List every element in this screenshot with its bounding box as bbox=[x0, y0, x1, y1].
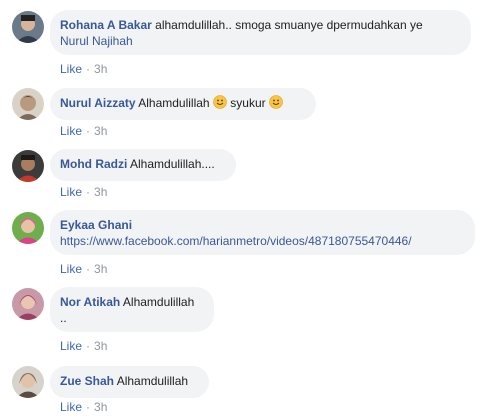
like-button[interactable]: Like bbox=[60, 185, 82, 199]
avatar[interactable] bbox=[12, 150, 44, 182]
comment-text: alhamdulillah.. smoga smuanye dpermudahk… bbox=[155, 18, 423, 32]
comment-text: Alhamdulillah.... bbox=[130, 157, 215, 171]
comment-author[interactable]: Eykaa Ghani bbox=[60, 218, 132, 232]
comment-link[interactable]: https://www.facebook.com/harianmetro/vid… bbox=[60, 234, 412, 248]
comment-author[interactable]: Nurul Aizzaty bbox=[60, 96, 136, 110]
separator-dot: · bbox=[86, 262, 91, 276]
comment-author[interactable]: Nor Atikah bbox=[60, 295, 120, 309]
comment-timestamp[interactable]: 3h bbox=[94, 339, 107, 353]
like-button[interactable]: Like bbox=[60, 339, 82, 353]
comment-timestamp[interactable]: 3h bbox=[94, 400, 107, 414]
comment-actions: Like · 3h bbox=[60, 339, 107, 353]
comment-text: Alhamdulillah bbox=[138, 96, 210, 110]
comment-actions: Like · 3h bbox=[60, 124, 107, 138]
separator-dot: · bbox=[86, 400, 91, 414]
avatar[interactable] bbox=[12, 88, 44, 120]
comment-bubble: Rohana A Bakar alhamdulillah.. smoga smu… bbox=[50, 10, 471, 55]
like-button[interactable]: Like bbox=[60, 262, 82, 276]
comment-bubble: Eykaa Ghani https://www.facebook.com/har… bbox=[50, 210, 475, 255]
like-button[interactable]: Like bbox=[60, 400, 82, 414]
comment-timestamp[interactable]: 3h bbox=[94, 62, 107, 76]
comment-author[interactable]: Mohd Radzi bbox=[60, 157, 127, 171]
avatar[interactable] bbox=[12, 366, 44, 398]
comment-timestamp[interactable]: 3h bbox=[94, 124, 107, 138]
comment-author[interactable]: Zue Shah bbox=[60, 374, 114, 388]
comment-bubble: Zue Shah Alhamdulillah bbox=[50, 366, 209, 398]
smiling-face-emoji-icon bbox=[213, 95, 227, 109]
like-button[interactable]: Like bbox=[60, 124, 82, 138]
comment-timestamp[interactable]: 3h bbox=[94, 262, 107, 276]
comment-bubble: Mohd Radzi Alhamdulillah.... bbox=[50, 149, 236, 181]
separator-dot: · bbox=[86, 124, 91, 138]
comment-actions: Like · 3h bbox=[60, 400, 107, 414]
comment-text: Alhamdulillah bbox=[116, 374, 189, 388]
comment-text: Alhamdulillah bbox=[122, 295, 195, 309]
comment-timestamp[interactable]: 3h bbox=[94, 185, 107, 199]
separator-dot: · bbox=[86, 62, 91, 76]
comment-actions: Like · 3h bbox=[60, 262, 107, 276]
separator-dot: · bbox=[86, 339, 91, 353]
like-button[interactable]: Like bbox=[60, 62, 82, 76]
comment-author[interactable]: Rohana A Bakar bbox=[60, 18, 152, 32]
separator-dot: · bbox=[86, 185, 91, 199]
smiling-face-emoji-icon bbox=[269, 95, 283, 109]
avatar[interactable] bbox=[12, 11, 44, 43]
comment-actions: Like · 3h bbox=[60, 185, 107, 199]
avatar[interactable] bbox=[12, 288, 44, 320]
comment-actions: Like · 3h bbox=[60, 62, 107, 76]
comment-bubble: Nurul Aizzaty Alhamdulillah syukur bbox=[50, 88, 316, 120]
comment-bubble: Nor Atikah Alhamdulillah .. bbox=[50, 287, 214, 332]
comment-text-line2: .. bbox=[60, 311, 67, 325]
comment-mention[interactable]: Nurul Najihah bbox=[60, 34, 133, 48]
comment-text: syukur bbox=[230, 96, 266, 110]
avatar[interactable] bbox=[12, 212, 44, 244]
